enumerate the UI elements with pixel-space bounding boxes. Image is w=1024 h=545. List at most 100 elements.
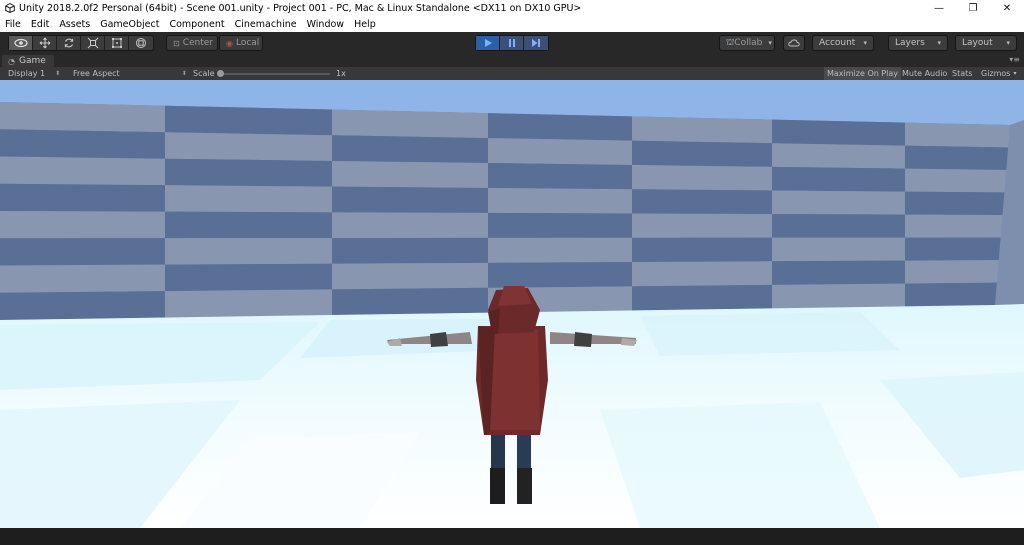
- layers-dropdown[interactable]: Layers ▾: [888, 35, 948, 51]
- wall-tile: [332, 135, 488, 164]
- stats-toggle[interactable]: Stats: [952, 67, 972, 80]
- space-label: Local: [235, 38, 260, 48]
- layout-label: Layout: [962, 38, 993, 48]
- wall-tile: [0, 264, 165, 293]
- wall-tile: [0, 183, 165, 212]
- wall-tile: [0, 156, 165, 186]
- display-select[interactable]: Display 1 ⬍: [8, 67, 60, 80]
- scale-slider-handle[interactable]: [217, 70, 224, 77]
- chevron-updown-icon: ⬍: [181, 70, 187, 77]
- move-tool-button[interactable]: [33, 36, 57, 50]
- menu-assets[interactable]: Assets: [54, 19, 95, 30]
- wall-tile: [772, 119, 905, 146]
- step-button[interactable]: [524, 36, 548, 50]
- window-title: Unity 2018.2.0f2 Personal (64bit) - Scen…: [19, 2, 582, 14]
- wall-tile: [632, 237, 772, 263]
- scale-slider-track[interactable]: [220, 73, 330, 75]
- unity-editor-window: Unity 2018.2.0f2 Personal (64bit) - Scen…: [0, 0, 1024, 545]
- chevron-updown-icon: ⬍: [55, 70, 61, 77]
- transform-icon: [136, 38, 146, 48]
- wall-tile: [332, 287, 488, 316]
- wall-tile: [632, 213, 772, 238]
- wall-tile: [0, 102, 165, 133]
- wall-tile: [332, 160, 488, 188]
- rect-transform-icon: [111, 38, 122, 48]
- pivot-toggle-button[interactable]: ⊡ Center: [166, 35, 218, 51]
- wall-tile: [165, 263, 332, 292]
- status-bar: [0, 528, 1024, 545]
- menu-edit[interactable]: Edit: [26, 19, 54, 30]
- pivot-label: Center: [182, 38, 213, 48]
- wall-tile: [332, 109, 488, 139]
- wall-tile: [332, 262, 488, 290]
- game-view-controls: Display 1 ⬍ Free Aspect ⬍ Scale 1x Maxim…: [0, 67, 1024, 80]
- chevron-down-icon: ▾: [937, 39, 941, 47]
- wall-tile: [905, 191, 1010, 215]
- maximize-button[interactable]: ❐: [956, 0, 990, 16]
- scale-value: 1x: [336, 69, 346, 78]
- collab-dropdown[interactable]: ⛫ Collab ▾: [719, 35, 775, 51]
- hand-tool-button[interactable]: [9, 36, 33, 50]
- gizmos-dropdown[interactable]: Gizmos ▾: [981, 67, 1017, 80]
- local-space-icon: ◉: [226, 38, 233, 48]
- wall-tile: [165, 158, 332, 187]
- layout-dropdown[interactable]: Layout ▾: [955, 35, 1017, 51]
- maximize-on-play-toggle[interactable]: Maximize On Play: [824, 67, 902, 80]
- pause-button[interactable]: [500, 36, 524, 50]
- wall-tile: [772, 283, 905, 309]
- chevron-down-icon: ▾: [1006, 39, 1010, 47]
- close-button[interactable]: ✕: [990, 0, 1024, 16]
- wall-tile: [165, 185, 332, 213]
- wall-tile: [772, 214, 905, 238]
- menu-window[interactable]: Window: [302, 19, 349, 30]
- tab-game[interactable]: ◔ Game: [2, 55, 54, 67]
- aspect-select[interactable]: Free Aspect ⬍: [73, 67, 187, 80]
- menu-gameobject[interactable]: GameObject: [95, 19, 164, 30]
- menu-help[interactable]: Help: [349, 19, 381, 30]
- wall-tile: [905, 122, 1010, 148]
- menu-component[interactable]: Component: [164, 19, 229, 30]
- wall-tile: [488, 187, 632, 214]
- wall-tile: [488, 212, 632, 238]
- wall-tile: [165, 105, 332, 136]
- cloud-icon: [788, 39, 800, 47]
- wall-tile: [905, 282, 1010, 307]
- wall-tile: [332, 237, 488, 264]
- menu-cinemachine[interactable]: Cinemachine: [230, 19, 302, 30]
- wall-tile: [632, 164, 772, 191]
- menu-file[interactable]: File: [0, 19, 26, 30]
- transform-tools: [8, 35, 154, 51]
- rotate-tool-button[interactable]: [57, 36, 81, 50]
- wall-tile: [0, 211, 165, 239]
- minimize-button[interactable]: —: [922, 0, 956, 16]
- scale-tool-button[interactable]: [81, 36, 105, 50]
- scale-label: Scale: [193, 69, 215, 78]
- mute-audio-toggle[interactable]: Mute Audio: [902, 67, 947, 80]
- eye-icon: [13, 38, 28, 48]
- transform-tool-button[interactable]: [129, 36, 153, 50]
- pause-icon: [508, 39, 515, 47]
- cloud-services-button[interactable]: [783, 35, 805, 51]
- wall-tile: [332, 212, 488, 239]
- window-controls: — ❐ ✕: [922, 0, 1024, 16]
- game-viewport[interactable]: [0, 80, 1024, 528]
- wall-tile: [632, 284, 772, 311]
- account-dropdown[interactable]: Account ▾: [812, 35, 874, 51]
- play-button[interactable]: [476, 36, 500, 50]
- unity-logo-icon: [5, 3, 15, 13]
- chevron-down-icon: ▾: [1013, 70, 1017, 77]
- display-label: Display 1: [8, 69, 46, 78]
- wall-tile: [905, 168, 1010, 193]
- pivot-center-icon: ⊡: [173, 38, 180, 48]
- gamepad-icon: ◔: [8, 56, 15, 66]
- rotate-icon: [64, 38, 73, 48]
- wall-tile: [488, 113, 632, 141]
- rect-tool-button[interactable]: [105, 36, 129, 50]
- main-toolbar: ⊡ Center ◉ Local ⛫ Collab ▾ Account ▾ La…: [0, 32, 1024, 54]
- wall-tile: [0, 291, 165, 320]
- wall-tile: [905, 145, 1010, 170]
- tab-context-menu-button[interactable]: ▾≡: [1009, 55, 1020, 64]
- space-toggle-button[interactable]: ◉ Local: [219, 35, 263, 51]
- collab-cloud-icon: ⛫: [726, 37, 735, 48]
- wall-tile: [488, 237, 632, 263]
